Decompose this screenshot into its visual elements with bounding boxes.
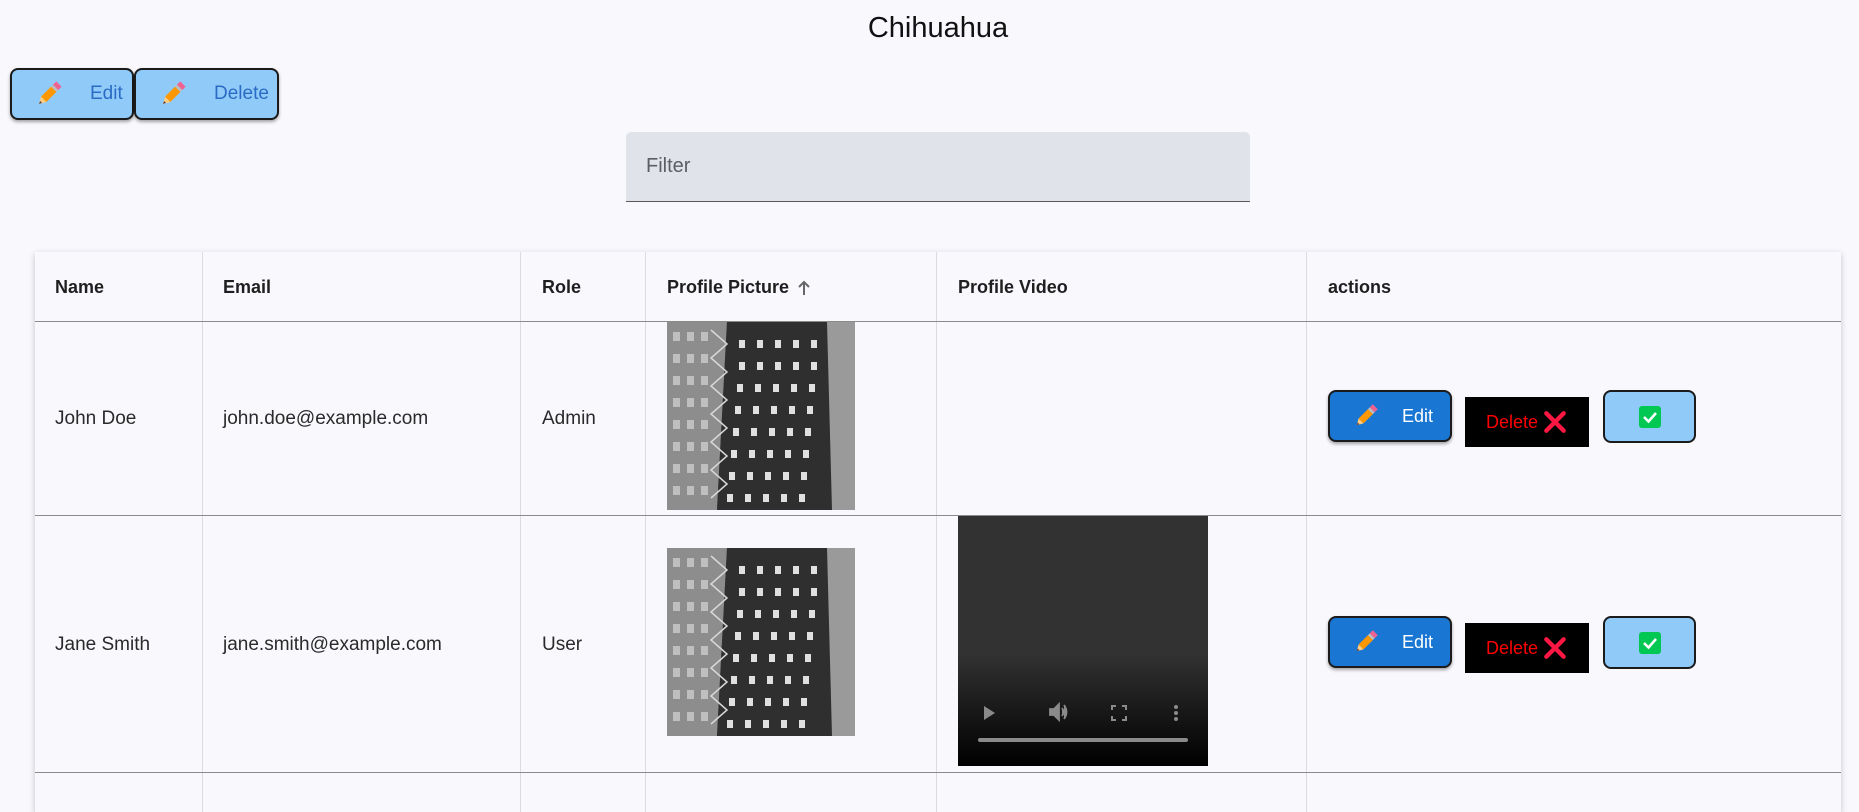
column-header-profile-picture-label: Profile Picture	[667, 277, 790, 297]
cell-name: John Doe	[55, 408, 137, 429]
play-icon[interactable]	[980, 704, 998, 722]
pencil-icon	[1352, 628, 1380, 656]
check-icon	[1638, 631, 1662, 655]
column-divider	[645, 252, 646, 812]
volume-icon[interactable]	[1048, 702, 1070, 722]
close-icon	[1542, 409, 1568, 435]
check-icon	[1638, 405, 1662, 429]
column-header-profile-picture[interactable]: Profile Picture	[667, 277, 811, 298]
column-divider	[520, 252, 521, 812]
column-header-actions: actions	[1328, 277, 1392, 297]
more-vert-icon[interactable]	[1173, 704, 1179, 722]
profile-picture	[667, 548, 855, 736]
fullscreen-icon[interactable]	[1110, 704, 1128, 722]
cell-name: Jane Smith	[55, 634, 151, 655]
row-edit-button[interactable]: Edit	[1328, 616, 1452, 668]
filter-field[interactable]	[626, 132, 1250, 202]
column-header-profile-video[interactable]: Profile Video	[958, 277, 1068, 298]
column-header-name[interactable]: Name	[55, 277, 104, 298]
profile-video-player[interactable]	[958, 516, 1208, 766]
column-divider	[936, 252, 937, 812]
close-icon	[1542, 635, 1568, 661]
delete-button-label: Delete	[214, 83, 269, 104]
edit-button-label: Edit	[90, 83, 123, 104]
cell-role: Admin	[542, 408, 596, 429]
row-confirm-button[interactable]	[1603, 390, 1696, 443]
column-header-email[interactable]: Email	[223, 277, 271, 298]
row-delete-label: Delete	[1485, 411, 1539, 432]
row-delete-label: Delete	[1485, 637, 1539, 658]
cell-email: john.doe@example.com	[223, 408, 429, 429]
row-divider	[35, 515, 1841, 516]
cell-role: User	[542, 634, 583, 655]
video-progress-bar[interactable]	[978, 738, 1188, 742]
row-delete-button[interactable]: Delete	[1465, 397, 1589, 447]
pencil-icon	[1352, 402, 1380, 430]
edit-button[interactable]: Edit	[10, 68, 134, 120]
video-controls	[958, 696, 1208, 766]
sort-arrow-up-icon	[798, 280, 810, 296]
profile-picture	[667, 322, 855, 510]
cell-email: jane.smith@example.com	[223, 634, 442, 655]
delete-button[interactable]: Delete	[134, 68, 279, 120]
row-divider	[35, 772, 1841, 773]
column-header-role[interactable]: Role	[542, 277, 581, 298]
pencil-icon	[34, 79, 64, 109]
row-delete-button[interactable]: Delete	[1465, 623, 1589, 673]
column-divider	[1306, 252, 1307, 812]
data-table: Name Email Role Profile Picture Profile …	[35, 252, 1841, 812]
row-divider	[35, 321, 1841, 322]
row-edit-label: Edit	[1402, 631, 1434, 652]
filter-input[interactable]	[626, 132, 1250, 201]
column-divider	[202, 252, 203, 812]
row-confirm-button[interactable]	[1603, 616, 1696, 669]
row-edit-button[interactable]: Edit	[1328, 390, 1452, 442]
page-title: Chihuahua	[867, 12, 1009, 44]
row-edit-label: Edit	[1402, 405, 1434, 426]
pencil-icon	[158, 79, 188, 109]
